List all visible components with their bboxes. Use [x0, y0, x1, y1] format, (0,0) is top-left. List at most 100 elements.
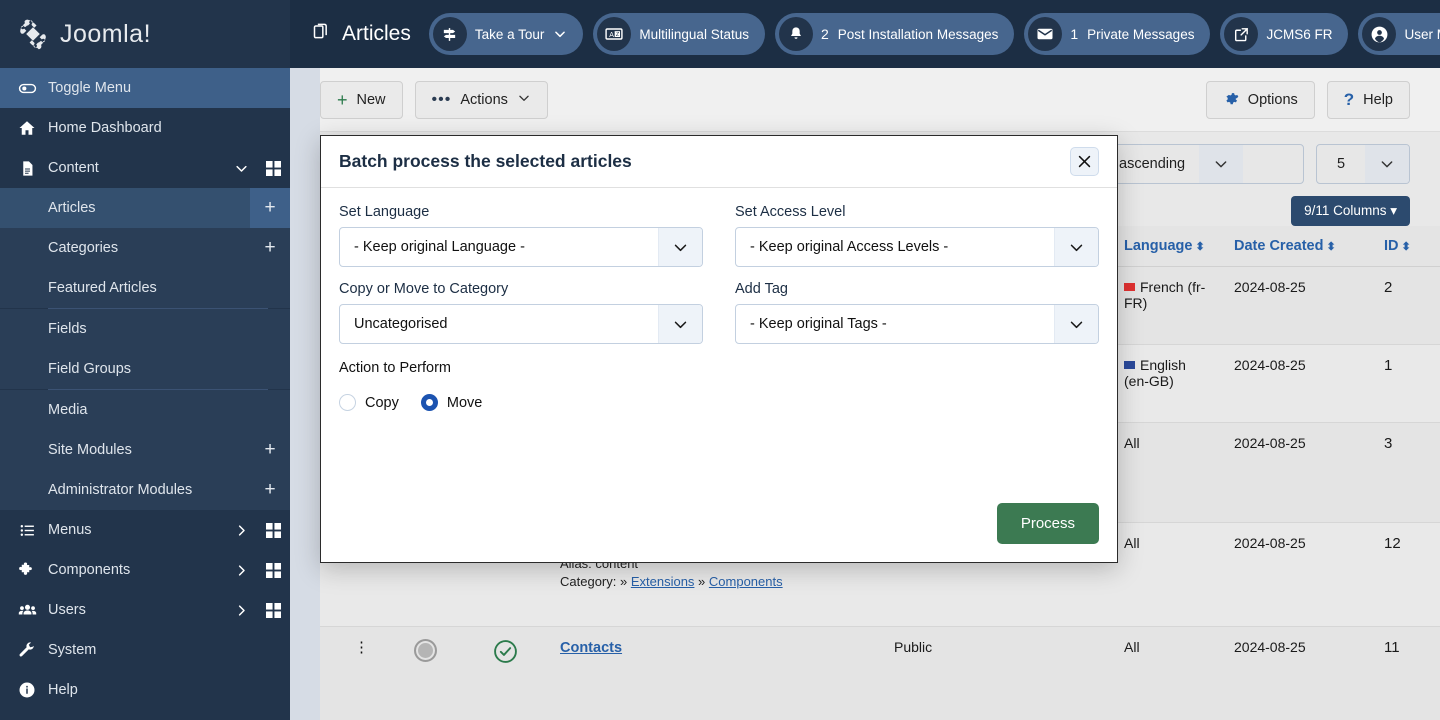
sidebar-item-label: Home Dashboard [48, 120, 162, 136]
document-icon [14, 160, 40, 177]
grid-icon[interactable] [256, 602, 290, 618]
row-language-label: French (fr-FR) [1124, 279, 1206, 311]
plus-icon[interactable]: + [250, 470, 290, 510]
brand[interactable]: Joomla! [0, 0, 290, 68]
sidebar-item-administrator-modules[interactable]: Administrator Modules + [0, 470, 290, 510]
sidebar-item-field-groups[interactable]: Field Groups [0, 349, 290, 389]
list-limit-value: 5 [1336, 156, 1346, 172]
row-status-cell[interactable] [460, 626, 550, 720]
sidebar-item-media[interactable]: Media [0, 390, 290, 430]
sidebar-item-system[interactable]: System [0, 630, 290, 670]
grid-icon[interactable] [256, 522, 290, 538]
sidebar-item-menus[interactable]: Menus [0, 510, 290, 550]
chevron-right-icon[interactable] [226, 523, 256, 538]
sidebar-item-label: Components [48, 562, 131, 578]
radio-indicator[interactable] [339, 394, 356, 411]
language-icon: AZ [597, 17, 632, 51]
move-radio-label: Move [446, 394, 483, 411]
copy-radio[interactable]: Copy [339, 394, 399, 411]
site-link-label: JCMS6 FR [1266, 26, 1333, 42]
sidebar-item-help[interactable]: Help [0, 670, 290, 710]
move-radio[interactable]: Move [420, 394, 483, 411]
grid-icon[interactable] [256, 562, 290, 578]
col-date-created[interactable]: Date Created ⬍ [1224, 226, 1374, 267]
close-icon[interactable] [1070, 147, 1099, 176]
chevron-right-icon[interactable] [226, 603, 256, 618]
options-button-label: Options [1247, 91, 1298, 108]
action-radio-group: Copy Move [339, 394, 1099, 411]
sidebar-toggle-menu[interactable]: Toggle Menu [0, 68, 290, 108]
site-link-button[interactable]: JCMS6 FR [1220, 13, 1349, 55]
chevron-down-icon[interactable] [553, 27, 567, 41]
category-select[interactable]: Uncategorised [339, 304, 703, 344]
sidebar-item-label: Site Modules [48, 442, 132, 458]
row-actions-cell[interactable]: ⋮ [344, 626, 390, 720]
multilingual-status-label: Multilingual Status [639, 26, 749, 42]
plus-icon[interactable]: + [250, 228, 290, 268]
sidebar-item-fields[interactable]: Fields [0, 309, 290, 349]
chevron-right-icon[interactable] [226, 563, 256, 578]
row-category-link[interactable]: Components [709, 574, 783, 589]
table-row[interactable]: ⋮ Contacts Public All 2024-08-25 11 [290, 626, 1440, 720]
ordering-handle-icon[interactable] [413, 639, 437, 662]
columns-toggle-button[interactable]: 9/11 Columns ▾ [1291, 196, 1410, 226]
new-button[interactable]: + New [320, 80, 403, 119]
row-category-link[interactable]: Extensions [631, 574, 695, 589]
set-access-level-select[interactable]: - Keep original Access Levels - [735, 227, 1099, 267]
take-a-tour-button[interactable]: Take a Tour [428, 13, 584, 55]
sidebar-item-users[interactable]: Users [0, 590, 290, 630]
kebab-icon[interactable]: ⋮ [354, 639, 369, 656]
caret-down-icon: ▾ [1390, 203, 1397, 218]
question-mark-icon: ? [1343, 89, 1355, 109]
add-tag-select[interactable]: - Keep original Tags - [735, 304, 1099, 344]
post-installation-messages-label: Post Installation Messages [837, 26, 999, 42]
actions-button[interactable]: ••• Actions [414, 80, 548, 119]
private-messages-count: 1 [1070, 26, 1079, 42]
sidebar-item-home-dashboard[interactable]: Home Dashboard [0, 108, 290, 148]
take-a-tour-label: Take a Tour [474, 26, 545, 42]
row-title-link[interactable]: Contacts [560, 640, 622, 656]
private-messages-label: Private Messages [1087, 26, 1195, 42]
brand-label: Joomla! [60, 19, 152, 48]
sidebar-item-categories[interactable]: Categories + [0, 228, 290, 268]
options-button[interactable]: Options [1205, 80, 1315, 119]
help-button[interactable]: ? Help [1326, 80, 1410, 119]
chevron-down-icon [1365, 145, 1409, 183]
radio-indicator-selected[interactable] [420, 394, 438, 411]
set-language-select[interactable]: - Keep original Language - [339, 227, 703, 267]
puzzle-icon [14, 561, 40, 579]
col-language[interactable]: Language ⬍ [1114, 226, 1224, 267]
row-title-cell[interactable]: Contacts [550, 626, 884, 720]
plus-icon[interactable]: + [250, 188, 290, 228]
toggle-icon [14, 79, 40, 98]
sidebar-item-featured-articles[interactable]: Featured Articles [0, 268, 290, 308]
sidebar-item-articles[interactable]: Articles + [0, 188, 290, 228]
multilingual-status-button[interactable]: AZ Multilingual Status [593, 13, 765, 55]
process-button[interactable]: Process [996, 503, 1099, 544]
published-check-icon[interactable] [493, 639, 518, 664]
sidebar-item-label: Help [48, 682, 78, 698]
col-id[interactable]: ID ⬍ [1374, 226, 1440, 267]
list-limit-select[interactable]: 5 [1316, 144, 1410, 184]
row-ordering-cell[interactable] [390, 626, 460, 720]
plus-icon[interactable]: + [250, 430, 290, 470]
chevron-down-icon [658, 305, 702, 343]
sort-order-select[interactable]: ascending [1104, 144, 1304, 184]
sidebar-item-content[interactable]: Content [0, 148, 290, 188]
grid-icon[interactable] [256, 160, 290, 176]
set-language-group: Set Language - Keep original Language - [339, 204, 703, 267]
row-language-cell: All [1114, 422, 1224, 523]
page-title: Articles [304, 21, 411, 47]
row-id-cell: 11 [1374, 626, 1440, 720]
sidebar-toggle-label: Toggle Menu [48, 80, 132, 96]
private-messages-button[interactable]: 1 Private Messages [1024, 13, 1211, 55]
user-menu-button[interactable]: User Menu [1358, 13, 1440, 55]
sidebar-item-components[interactable]: Components [0, 550, 290, 590]
add-tag-value: - Keep original Tags - [750, 316, 887, 332]
sidebar-item-site-modules[interactable]: Site Modules + [0, 430, 290, 470]
chevron-down-icon[interactable] [226, 161, 256, 176]
sidebar-item-label: Articles [48, 200, 96, 216]
batch-process-modal: Batch process the selected articles Set … [320, 135, 1118, 563]
row-language-cell: All [1114, 522, 1224, 627]
post-installation-messages-button[interactable]: 2 Post Installation Messages [774, 13, 1015, 55]
